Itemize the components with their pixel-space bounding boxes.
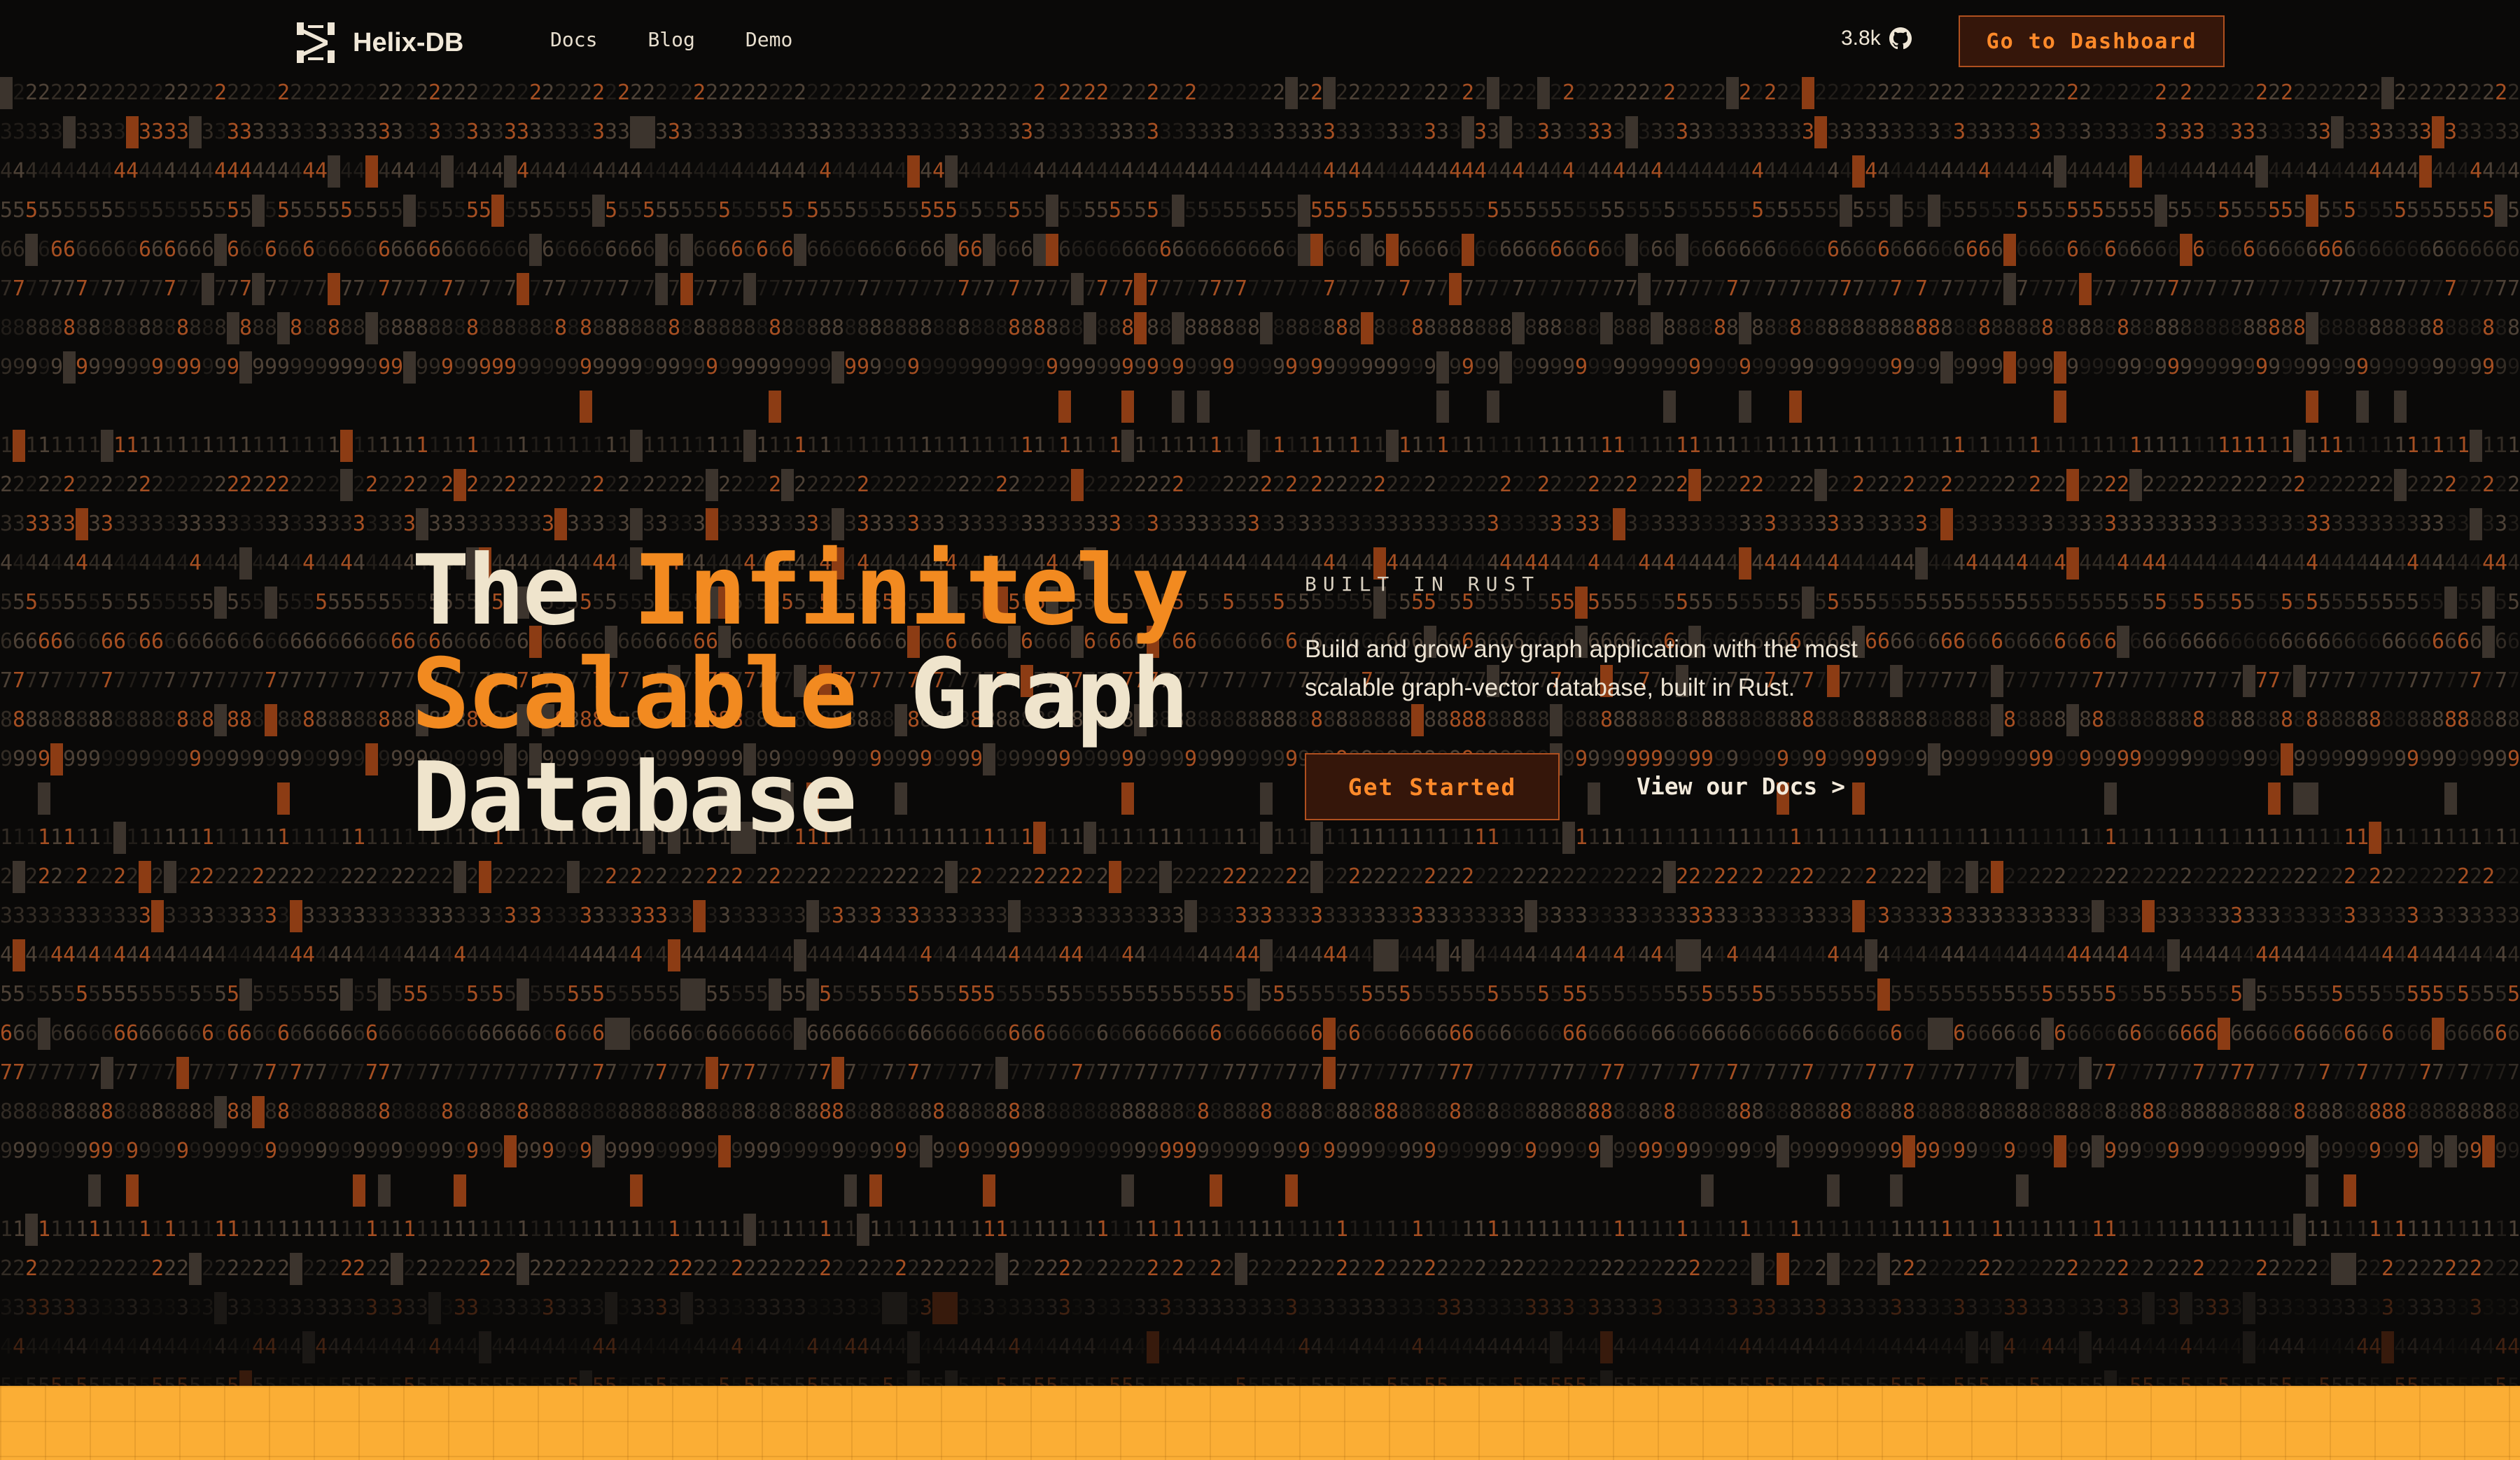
digit-row: 0 0 0 0 0 0 0 0 0 0 0 0 0 0 0 0 0 0 — [0, 1174, 2520, 1207]
top-navigation: Helix-DB Docs Blog Demo 3.8k Go to Dashb… — [0, 0, 2520, 84]
brand-name: Helix-DB — [353, 27, 464, 57]
built-in-rust-eyebrow: BUILT IN RUST — [1305, 573, 1541, 596]
digit-row: 7777777777777777777777777777777777777777… — [0, 665, 2520, 697]
digit-row: 6666666666666666666666666666666666666666… — [0, 626, 2520, 658]
digit-row: 4444444444444444444444444444444444444444… — [0, 1331, 2520, 1363]
digit-row: 2222222222222222222222222222222222222222… — [0, 469, 2520, 501]
digit-row: 5555555555555555555555555555555555555555… — [0, 195, 2520, 227]
digit-row: 1111111111111111111111111111111111111111… — [0, 430, 2520, 462]
go-to-dashboard-button[interactable]: Go to Dashboard — [1959, 15, 2225, 67]
hero-title-database: Database — [412, 741, 858, 854]
digit-row: 7777777777777777777777777777777777777777… — [0, 273, 2520, 305]
get-started-button[interactable]: Get Started — [1305, 753, 1560, 820]
digit-row: 4444444444444444444444444444444444444444… — [0, 547, 2520, 580]
brand-logo-link[interactable]: Helix-DB — [294, 21, 463, 64]
github-stars-link[interactable]: 3.8k — [1841, 27, 1912, 50]
hero-title-graph: Graph — [909, 638, 1189, 750]
hero-title-the: The — [412, 534, 580, 647]
digit-row: 5555555555555555555555555555555555555555… — [0, 1370, 2520, 1386]
digit-row: 3333333333333333333333333333333333333333… — [0, 900, 2520, 932]
hero-description-line-1: Build and grow any graph application wit… — [1305, 636, 1858, 663]
digit-row: 0 0 0 0 0 0 0 0 0 0 0 0 0 0 0 — [0, 391, 2520, 423]
digit-row: 2222222222222222222222222222222222222222… — [0, 1253, 2520, 1285]
github-icon — [1889, 27, 1912, 50]
digit-row: 3333333333333333333333333333333333333333… — [0, 508, 2520, 540]
hero-title-scalable: Scalable — [412, 638, 858, 750]
digit-row: 7777777777777777777777777777777777777777… — [0, 1057, 2520, 1089]
hero-title-infinitely: Infinitely — [633, 534, 1189, 647]
matrix-digit-background: 2222222222222222222222222222222222222222… — [0, 0, 2520, 1386]
view-docs-link[interactable]: View our Docs > — [1637, 773, 1845, 800]
nav-links: Docs Blog Demo — [550, 28, 792, 51]
digit-row: 9999999999999999999999999999999999999999… — [0, 743, 2520, 775]
github-star-count: 3.8k — [1841, 27, 1881, 50]
nav-link-demo[interactable]: Demo — [746, 28, 792, 51]
digit-row: 5555555555555555555555555555555555555555… — [0, 587, 2520, 619]
digit-row: 8888888888888888888888888888888888888888… — [0, 704, 2520, 736]
digit-row: 4444444444444444444444444444444444444444… — [0, 155, 2520, 188]
digit-row: 4444444444444444444444444444444444444444… — [0, 939, 2520, 971]
nav-link-blog[interactable]: Blog — [648, 28, 694, 51]
digit-row: 9999999999999999999999999999999999999999… — [0, 351, 2520, 384]
digit-row: 6666666666666666666666666666666666666666… — [0, 1018, 2520, 1050]
hero-title: The Infinitely Scalable Graph Database — [412, 539, 1252, 850]
footer-accent-band — [0, 1386, 2520, 1460]
digit-row: 5555555555555555555555555555555555555555… — [0, 978, 2520, 1011]
digit-row: 8888888888888888888888888888888888888888… — [0, 1096, 2520, 1128]
helix-logo-icon — [297, 22, 335, 63]
hero-description: Build and grow any graph application wit… — [1305, 630, 1977, 707]
digit-row: 2222222222222222222222222222222222222222… — [0, 861, 2520, 893]
digit-row: 0 0 0 0 0 0 0 0 0 0 0 0 0 0 00 0 — [0, 782, 2520, 815]
digit-row: 8888888888888888888888888888888888888888… — [0, 312, 2520, 344]
digit-row: 1111111111111111111111111111111111111111… — [0, 1214, 2520, 1246]
digit-row: 3333333333333333333333333333333333333333… — [0, 116, 2520, 148]
digit-row: 6666666666666666666666666666666666666666… — [0, 234, 2520, 266]
digit-row: 9999999999999999999999999999999999999999… — [0, 1135, 2520, 1167]
digit-row: 1111111111111111111111111111111111111111… — [0, 822, 2520, 854]
digit-row: 3333333333333333333333333333333333333333… — [0, 1292, 2520, 1324]
hero-description-line-2: scalable graph-vector database, built in… — [1305, 674, 1795, 701]
nav-link-docs[interactable]: Docs — [550, 28, 597, 51]
